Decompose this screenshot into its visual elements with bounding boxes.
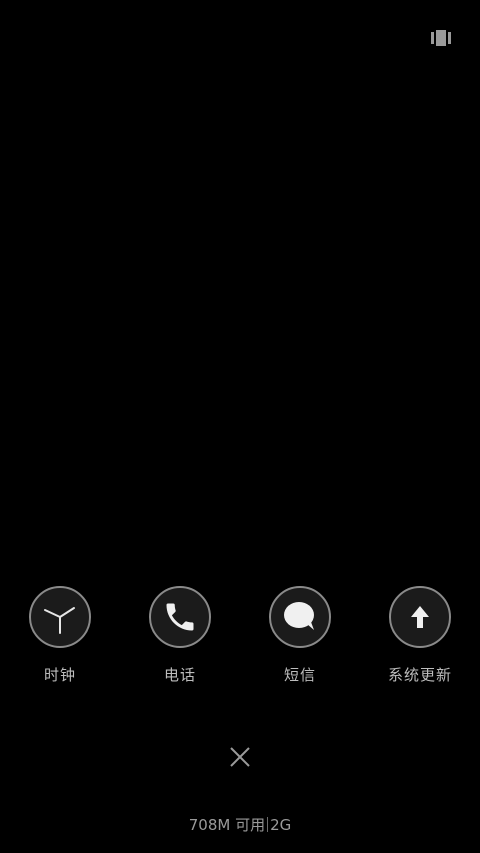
upload-arrow-icon <box>389 586 451 648</box>
app-system-update[interactable]: 系统更新 <box>360 586 480 684</box>
recent-apps-screen: 时钟 电话 短信 系统更新 708M 可用 2G <box>0 0 480 853</box>
app-clock[interactable]: 时钟 <box>0 586 120 684</box>
memory-available: 708M 可用 <box>188 816 266 834</box>
app-label: 时钟 <box>43 666 76 684</box>
recent-apps-row: 时钟 电话 短信 系统更新 <box>0 586 480 696</box>
phone-icon <box>149 586 211 648</box>
memory-divider <box>267 817 269 832</box>
app-label: 系统更新 <box>387 666 452 684</box>
view-toggle-icon[interactable] <box>431 30 451 46</box>
clock-icon <box>29 586 91 648</box>
memory-total: 2G <box>270 816 292 834</box>
app-messages[interactable]: 短信 <box>240 586 360 684</box>
app-phone[interactable]: 电话 <box>120 586 240 684</box>
message-icon <box>269 586 331 648</box>
close-icon[interactable] <box>229 746 251 768</box>
app-label: 电话 <box>163 666 196 684</box>
memory-info: 708M 可用 2G <box>0 816 480 834</box>
app-label: 短信 <box>283 666 316 684</box>
